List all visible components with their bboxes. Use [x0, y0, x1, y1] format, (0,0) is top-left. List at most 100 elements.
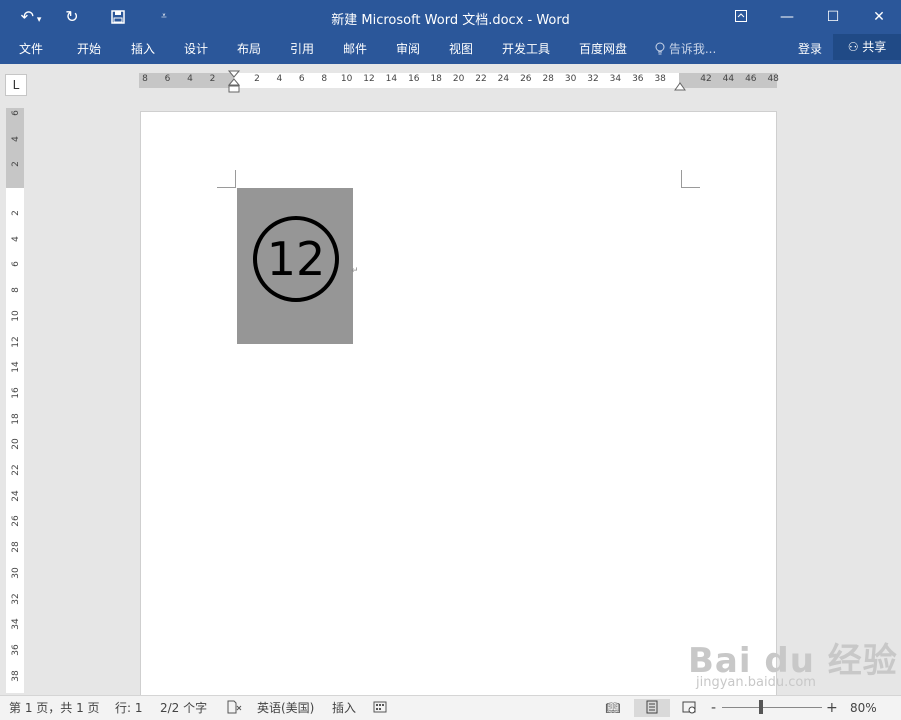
ruler-tick-label: 16 [11, 387, 21, 399]
window-title: 新建 Microsoft Word 文档.docx - Word [331, 13, 570, 28]
paragraph-mark: ↵ [351, 266, 359, 276]
ribbon-tabs: 文件 开始 插入 设计 布局 引用 邮件 审阅 视图 开发工具 百度网盘 告诉我… [0, 34, 901, 64]
ruler-tick-label: 6 [298, 74, 305, 84]
ruler-tick-label: 36 [632, 74, 644, 84]
login-link[interactable]: 登录 [798, 40, 822, 58]
tab-selector[interactable]: L [5, 74, 27, 96]
tab-layout[interactable]: 布局 [237, 40, 261, 58]
ruler-tick-label: 34 [11, 618, 21, 630]
maximize-icon: ☐ [826, 9, 840, 25]
ruler-tick-label: 6 [164, 74, 171, 84]
tab-baidu-netdisk[interactable]: 百度网盘 [579, 40, 627, 58]
ruler-tick-label: 10 [340, 74, 353, 84]
horizontal-ruler[interactable]: 8642 2 4 6 8 10 12 14 16 18 20 22 24 26 28 30 32 34 36 38 … [139, 70, 779, 93]
close-icon: ✕ [873, 9, 885, 25]
ruler-tick-label: 42 [700, 74, 712, 84]
ruler-tick-label: 8 [321, 74, 328, 84]
word-count[interactable]: 2/2 个字 [160, 700, 207, 716]
maximize-button[interactable]: ☐ [818, 6, 848, 28]
person-add-icon: ⚇ [847, 40, 859, 54]
web-layout-icon [682, 701, 696, 714]
watermark-url: jingyan.baidu.com [696, 675, 816, 690]
ruler-tick-label: 24 [11, 489, 21, 502]
ruler-tick-label: 34 [609, 74, 622, 84]
status-bar: 第 1 页，共 1 页 行: 1 2/2 个字 英语(美国) 插入 📖︎ - +… [0, 695, 901, 720]
vertical-ruler[interactable]: 642 2 4 6 8 10 12 14 16 18 20 22 24 26 28 30 32 34 36 38 [6, 108, 24, 693]
baidu-jingyan-watermark: Bai du 经验 jingyan.baidu.com [688, 623, 898, 693]
tab-home[interactable]: 开始 [77, 40, 101, 58]
ruler-tick-label: 22 [475, 74, 487, 84]
read-mode-icon: 📖︎ [605, 701, 621, 715]
crop-mark-top-right [681, 170, 700, 188]
ruler-tick-label: 20 [452, 74, 465, 84]
top-margin-region [6, 108, 24, 188]
ruler-tick-label: 26 [11, 515, 21, 528]
minimize-button[interactable]: — [772, 6, 802, 28]
proofing-icon[interactable] [226, 700, 242, 716]
ribbon-display-options-button[interactable] [726, 6, 756, 28]
ruler-tick-label: 38 [11, 669, 21, 682]
language-indicator[interactable]: 英语(美国) [257, 700, 314, 716]
crop-mark-top-left [217, 170, 236, 188]
page-count[interactable]: 第 1 页，共 1 页 [9, 700, 100, 716]
ruler-tick-label: 18 [11, 412, 21, 425]
ruler-tick-label: 4 [11, 235, 21, 242]
ruler-tick-label: 38 [654, 74, 666, 84]
ruler-tick-label: 32 [587, 74, 599, 84]
ruler-tick-label: 20 [11, 438, 21, 451]
ruler-tick-label: 36 [11, 644, 21, 656]
ruler-tick-label: 30 [564, 74, 577, 84]
close-button[interactable]: ✕ [864, 6, 894, 28]
zoom-slider-track[interactable] [722, 707, 822, 708]
ruler-tick-label: 2 [11, 161, 21, 167]
ruler-tick-label: 32 [11, 592, 21, 605]
ruler-tick-label: 14 [385, 74, 398, 84]
ruler-tick-label: 8 [142, 74, 148, 84]
share-button[interactable]: ⚇ 共享 [833, 34, 901, 60]
line-number[interactable]: 行: 1 [115, 700, 143, 716]
zoom-level[interactable]: 80% [850, 700, 877, 716]
right-indent-marker[interactable] [674, 81, 686, 91]
tell-me-placeholder: 告诉我... [668, 42, 717, 56]
tab-references[interactable]: 引用 [290, 40, 314, 58]
tab-review[interactable]: 审阅 [396, 40, 420, 58]
ruler-tick-label: 6 [11, 110, 21, 116]
ruler-tick-label: 8 [11, 287, 21, 293]
document-page[interactable]: 12 ↵ [140, 111, 777, 703]
ruler-tick-label: 26 [520, 74, 532, 84]
insert-mode[interactable]: 插入 [332, 700, 356, 716]
ruler-tick-label: 48 [767, 74, 779, 84]
circled-number: 12 [253, 216, 339, 302]
ruler-tick-label: 2 [254, 74, 260, 84]
tab-design[interactable]: 设计 [184, 40, 208, 58]
ruler-tick-label: 16 [408, 74, 420, 84]
tab-view[interactable]: 视图 [449, 40, 473, 58]
ruler-tick-label: 12 [363, 74, 375, 84]
tab-developer[interactable]: 开发工具 [502, 40, 550, 58]
ruler-tick-label: 44 [722, 74, 735, 84]
print-layout-button[interactable] [634, 699, 670, 717]
tell-me-search[interactable]: 告诉我... [655, 40, 716, 58]
tab-file[interactable]: 文件 [19, 40, 43, 58]
ruler-tick-label: 22 [11, 464, 21, 476]
inserted-picture[interactable]: 12 [237, 188, 353, 344]
ruler-tick-label: 4 [11, 135, 21, 142]
title-bar: ↶ ▾ ↻ ⩡ 新建 Microsoft Word 文档.docx - Word… [0, 0, 901, 34]
zoom-in-button[interactable]: + [826, 700, 838, 716]
read-mode-button[interactable]: 📖︎ [602, 699, 624, 717]
ruler-tick-label: 12 [11, 335, 21, 348]
zoom-out-button[interactable]: - [711, 700, 716, 716]
ruler-tick-label: 46 [745, 74, 757, 84]
indent-markers[interactable] [228, 70, 240, 98]
macro-record-icon[interactable] [373, 700, 387, 716]
tab-insert[interactable]: 插入 [131, 40, 155, 58]
ruler-tick-label: 14 [11, 361, 21, 373]
ruler-tick-label: 30 [11, 567, 21, 579]
ruler-tick-label: 28 [11, 541, 21, 553]
ribbon-display-options-icon [735, 10, 747, 22]
web-layout-button[interactable] [678, 699, 700, 717]
minimize-icon: — [780, 9, 794, 25]
tab-mailings[interactable]: 邮件 [343, 40, 367, 58]
zoom-slider-thumb[interactable] [759, 700, 763, 714]
ruler-tick-label: 2 [209, 74, 216, 84]
